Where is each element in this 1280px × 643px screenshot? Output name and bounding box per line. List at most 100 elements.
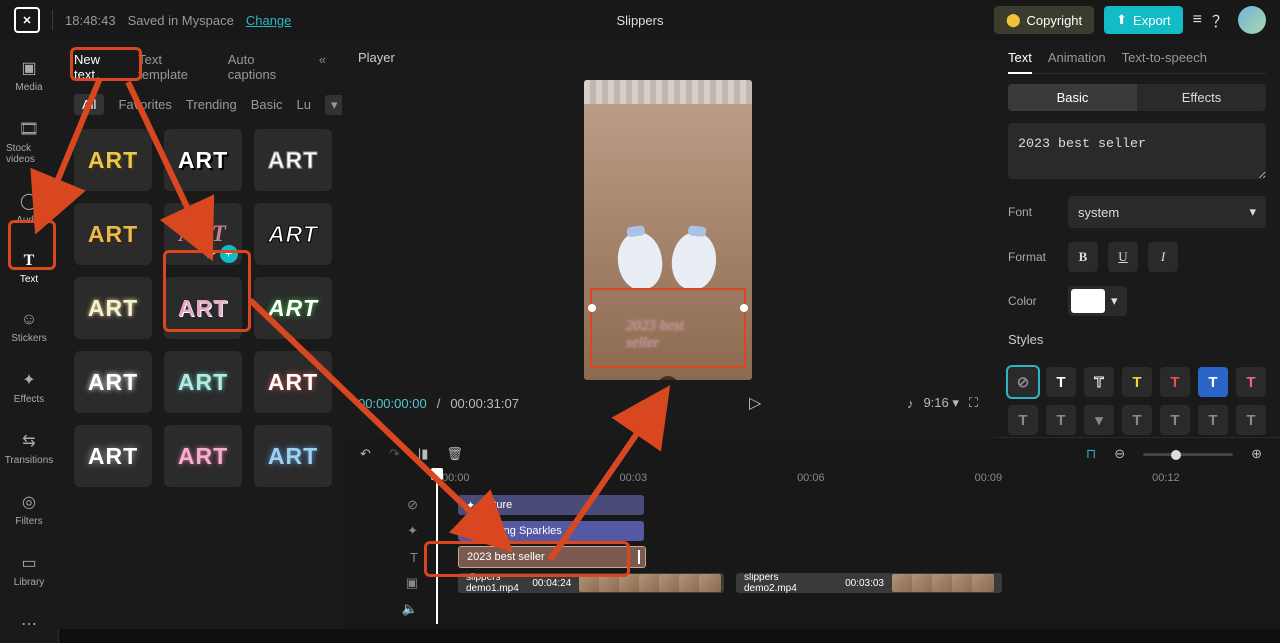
text-style[interactable]: ART: [254, 425, 332, 487]
tab-auto-captions[interactable]: Auto captions: [228, 52, 303, 82]
favorite-icon[interactable]: ☆: [205, 248, 216, 261]
zoom-in-icon[interactable]: ⊕: [1251, 446, 1262, 462]
menu-icon[interactable]: ≡: [1193, 11, 1202, 29]
timeline: ↶ ↷ |▮ 🗑 ⊓ ⊖ ⊕ 00:00 00:03 00:06 00:09 0…: [342, 438, 1280, 629]
color-swatch[interactable]: [1071, 289, 1105, 313]
subtab-lu[interactable]: Lu: [297, 97, 311, 112]
export-button[interactable]: ⬆Export: [1104, 6, 1182, 34]
collapse-icon[interactable]: «: [319, 52, 326, 82]
ruler[interactable]: 00:00 00:03 00:06 00:09 00:12: [342, 470, 1280, 490]
playhead[interactable]: [436, 474, 438, 624]
sidebar-item-effects[interactable]: ✦Effects: [2, 366, 56, 409]
style-none[interactable]: ⊘: [1008, 367, 1038, 397]
style-preset[interactable]: T: [1198, 405, 1228, 435]
tab-text-template[interactable]: Text template: [138, 52, 212, 82]
change-link[interactable]: Change: [246, 13, 292, 28]
sidebar-item-more[interactable]: ⋯: [2, 610, 56, 638]
fullscreen-icon[interactable]: ⛶: [969, 395, 978, 411]
sidebar-item-text[interactable]: TText: [2, 248, 56, 289]
zoom-slider[interactable]: [1143, 453, 1233, 456]
text-track-icon[interactable]: T: [360, 550, 424, 565]
subtab-dropdown[interactable]: ▾: [325, 95, 344, 115]
style-preset[interactable]: T: [1122, 405, 1152, 435]
audio-track-icon[interactable]: 🔈: [360, 601, 424, 617]
sidebar-item-audio[interactable]: ◯Audio: [2, 187, 56, 230]
sidebar-item-stickers[interactable]: ☺Stickers: [2, 307, 56, 348]
sidebar-item-media[interactable]: ▣Media: [2, 54, 56, 97]
delete-button[interactable]: 🗑: [446, 446, 463, 462]
bold-button[interactable]: B: [1068, 242, 1098, 272]
style-preset[interactable]: T: [1236, 405, 1266, 435]
style-preset[interactable]: T: [1046, 405, 1076, 435]
tab-tts[interactable]: Text-to-speech: [1122, 50, 1207, 65]
app-logo[interactable]: ✕: [14, 7, 40, 33]
text-style[interactable]: ART: [74, 425, 152, 487]
avatar[interactable]: [1238, 6, 1266, 34]
style-preset[interactable]: T: [1236, 367, 1266, 397]
canvas[interactable]: 2023 best seller ⟳: [584, 80, 752, 380]
seg-basic[interactable]: Basic: [1008, 84, 1137, 111]
subtab-favorites[interactable]: Favorites: [118, 97, 171, 112]
chevron-down-icon[interactable]: ▾: [1105, 293, 1124, 309]
video-track-icon[interactable]: ▣: [360, 575, 424, 591]
clip-effect-nature[interactable]: ✦ Nature: [458, 495, 644, 515]
style-expand[interactable]: ▾: [1084, 405, 1114, 435]
text-style[interactable]: ART: [254, 129, 332, 191]
style-preset[interactable]: T: [1084, 367, 1114, 397]
style-preset[interactable]: T: [1008, 405, 1038, 435]
text-style[interactable]: ART: [74, 129, 152, 191]
link-icon[interactable]: ⊘: [360, 497, 424, 513]
undo-button[interactable]: ↶: [360, 446, 371, 462]
subtab-all[interactable]: All: [74, 94, 104, 115]
tab-animation[interactable]: Animation: [1048, 50, 1106, 65]
text-style[interactable]: ART: [254, 277, 332, 339]
sidebar-item-transitions[interactable]: ⇆Transitions: [2, 427, 56, 470]
underline-button[interactable]: U: [1108, 242, 1138, 272]
font-select[interactable]: system▾: [1068, 196, 1266, 228]
text-content-input[interactable]: [1008, 123, 1266, 179]
zoom-out-icon[interactable]: ⊖: [1114, 446, 1125, 462]
copyright-button[interactable]: ⬤Copyright: [994, 6, 1094, 34]
text-style[interactable]: ART: [254, 203, 332, 265]
magnet-icon[interactable]: ⊓: [1086, 446, 1096, 462]
help-icon[interactable]: ？: [1212, 8, 1228, 32]
add-icon[interactable]: +: [220, 245, 238, 263]
redo-button[interactable]: ↷: [389, 446, 400, 462]
text-style[interactable]: ART: [74, 351, 152, 413]
text-style[interactable]: ART: [164, 425, 242, 487]
style-preset[interactable]: T: [1160, 405, 1190, 435]
clip-effect-sparkles[interactable]: ✧ Shining Sparkles: [458, 521, 644, 541]
effects-track-icon[interactable]: ✦: [360, 523, 424, 539]
seg-effects[interactable]: Effects: [1137, 84, 1266, 111]
rotate-handle[interactable]: ⟳: [657, 376, 679, 380]
clip-text[interactable]: 2023 best seller: [458, 546, 646, 568]
clip-video-2[interactable]: slippers demo2.mp4 00:03:03: [736, 573, 1002, 593]
text-style[interactable]: ART: [254, 351, 332, 413]
segment-control[interactable]: Basic Effects: [1008, 84, 1266, 111]
style-preset[interactable]: T: [1046, 367, 1076, 397]
subtab-trending[interactable]: Trending: [186, 97, 237, 112]
style-preset[interactable]: T: [1122, 367, 1152, 397]
text-style-selected[interactable]: ART ☆ +: [164, 203, 242, 265]
italic-button[interactable]: I: [1148, 242, 1178, 272]
overlay-text[interactable]: 2023 best seller: [626, 318, 710, 352]
sidebar-item-filters[interactable]: ◎Filters: [2, 488, 56, 531]
aspect-ratio[interactable]: 9:16 ▾: [923, 395, 958, 411]
text-style[interactable]: ART: [74, 203, 152, 265]
sidebar-item-stock[interactable]: 🎞Stock videos: [2, 115, 56, 169]
style-preset[interactable]: T: [1160, 367, 1190, 397]
text-style[interactable]: ART: [164, 277, 242, 339]
text-style[interactable]: ART: [164, 129, 242, 191]
subtab-basic[interactable]: Basic: [251, 97, 283, 112]
color-label: Color: [1008, 294, 1058, 308]
split-button[interactable]: |▮: [418, 446, 429, 462]
tab-text[interactable]: Text: [1008, 50, 1032, 74]
tiktok-icon[interactable]: ♪: [907, 396, 914, 411]
style-preset[interactable]: T: [1198, 367, 1228, 397]
play-button[interactable]: ▷: [749, 393, 761, 413]
clip-video-1[interactable]: slippers demo1.mp4 00:04:24: [458, 573, 724, 593]
text-style[interactable]: ART: [74, 277, 152, 339]
text-style[interactable]: ART: [164, 351, 242, 413]
sidebar-item-library[interactable]: ▭Library: [2, 549, 56, 592]
tab-new-text[interactable]: New text: [74, 52, 122, 82]
